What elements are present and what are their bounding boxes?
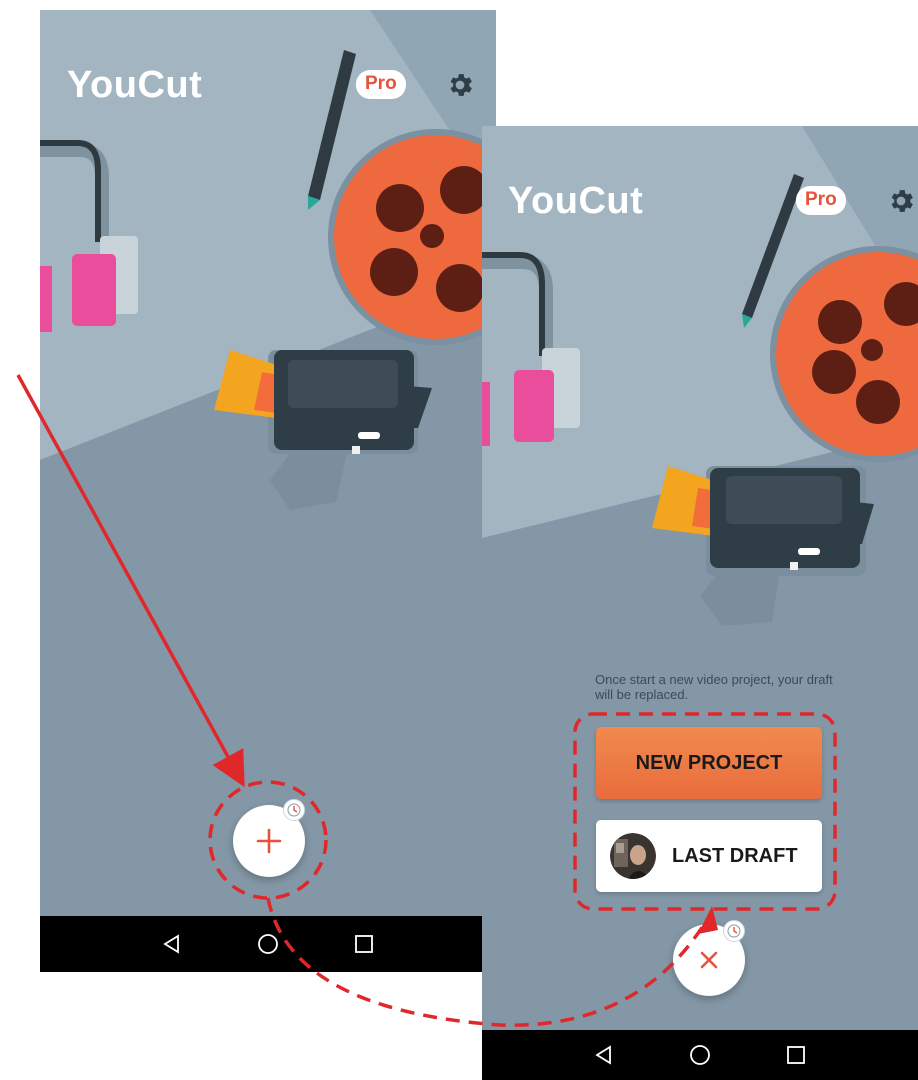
pro-badge[interactable]: Pro: [796, 186, 846, 215]
left-phone-screen: YouCut Pro: [40, 10, 496, 972]
home-icon[interactable]: [248, 924, 288, 964]
draft-thumbnail: [610, 833, 656, 879]
clock-icon: [723, 920, 745, 942]
last-draft-button[interactable]: LAST DRAFT: [596, 820, 822, 892]
recents-icon[interactable]: [776, 1035, 816, 1075]
draft-warning-text: Once start a new video project, your dra…: [595, 672, 833, 702]
clock-icon: [283, 799, 305, 821]
right-phone-screen: YouCut Pro Once start a new video projec…: [482, 126, 918, 1080]
app-logo: YouCut: [508, 180, 644, 222]
recents-icon[interactable]: [344, 924, 384, 964]
back-icon[interactable]: [152, 924, 192, 964]
app-logo: YouCut: [67, 64, 203, 106]
last-draft-label: LAST DRAFT: [672, 844, 798, 867]
gear-icon[interactable]: [445, 70, 475, 100]
gear-icon[interactable]: [886, 186, 916, 216]
home-icon[interactable]: [680, 1035, 720, 1075]
new-project-label: NEW PROJECT: [635, 751, 783, 774]
system-navbar: [482, 1030, 918, 1080]
new-project-button[interactable]: NEW PROJECT: [596, 727, 822, 799]
system-navbar: [40, 916, 496, 972]
close-fab[interactable]: [673, 920, 745, 996]
pro-badge[interactable]: Pro: [356, 70, 406, 99]
new-project-fab[interactable]: [233, 799, 305, 877]
close-icon: [700, 951, 718, 969]
plus-icon: [256, 828, 282, 854]
back-icon[interactable]: [584, 1035, 624, 1075]
